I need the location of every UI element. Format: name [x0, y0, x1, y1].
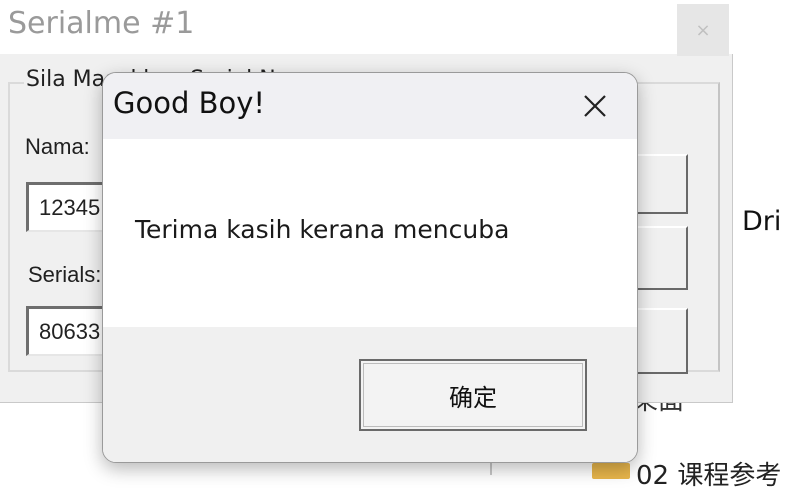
serialme-close-button[interactable]: ×: [677, 4, 729, 56]
folder-label[interactable]: 02 课程参考: [636, 455, 781, 492]
close-x-icon: [584, 95, 606, 117]
close-icon: ×: [695, 19, 711, 41]
dialog-message: Terima kasih kerana mencuba: [135, 215, 510, 244]
ok-button[interactable]: 确定: [359, 359, 587, 431]
dialog-footer: 确定: [103, 327, 637, 462]
dialog-body: Terima kasih kerana mencuba: [103, 139, 637, 327]
dialog-title: Good Boy!: [113, 86, 266, 120]
serial-label: Serials:: [28, 262, 102, 287]
serial-button-1[interactable]: [630, 154, 688, 214]
dialog-close-button[interactable]: [571, 83, 619, 129]
serial-button-3[interactable]: [630, 308, 688, 374]
name-label: Nama:: [25, 134, 90, 159]
serialme-window-title: Serialme #1: [8, 6, 195, 41]
serial-button-2[interactable]: [630, 226, 688, 290]
dialog-titlebar[interactable]: Good Boy!: [103, 73, 637, 139]
serialme-titlebar[interactable]: Serialme #1 ×: [0, 0, 733, 56]
background-text-fragment: Dri: [742, 206, 782, 237]
message-dialog: Good Boy! Terima kasih kerana mencuba 确定: [102, 72, 638, 463]
folder-icon[interactable]: [592, 463, 630, 479]
